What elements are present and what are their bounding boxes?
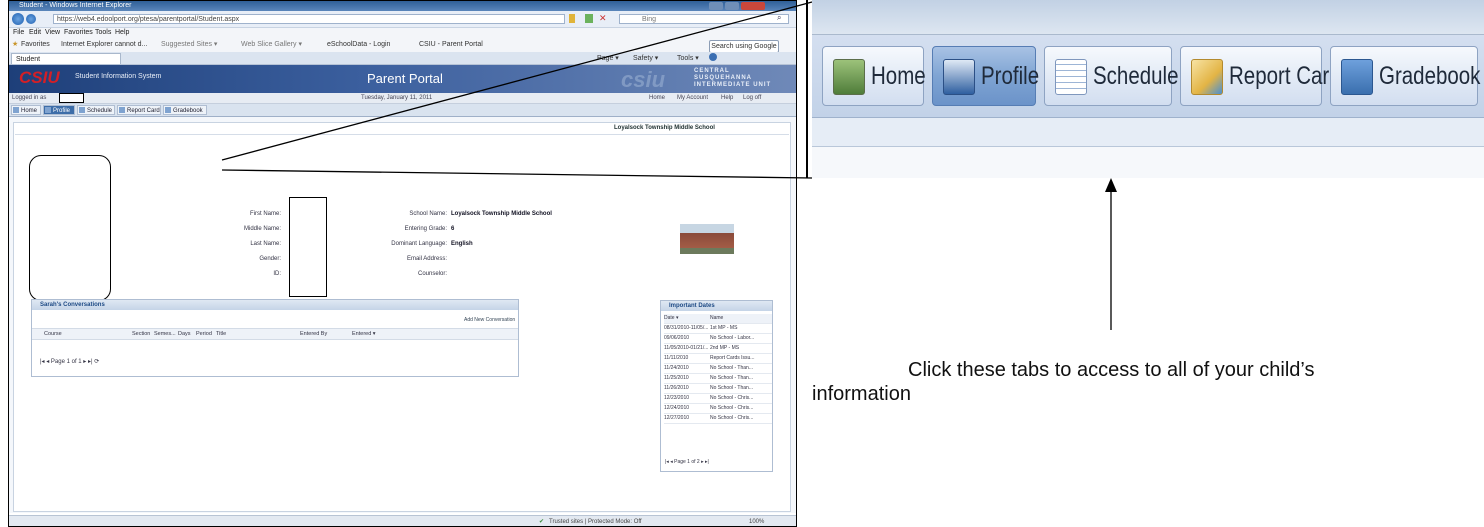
zoom-tab-report-card[interactable]: Report Card — [1180, 46, 1341, 106]
callout-line-top — [221, 1, 813, 161]
zoom-subbar — [812, 118, 1484, 147]
zoom-tab-home[interactable]: Home — [822, 46, 926, 106]
instruction-annotation: Click these tabs to access to all of you… — [812, 358, 1462, 406]
zoom-tab-profile[interactable]: Profile — [932, 46, 1039, 106]
zoom-top-strip — [812, 0, 1484, 35]
gradebook-icon — [1341, 59, 1373, 95]
zoom-content — [812, 147, 1484, 178]
home-icon — [833, 59, 865, 95]
profile-card-icon — [943, 59, 975, 95]
annotation-line: information — [812, 383, 911, 405]
zoom-tab-schedule[interactable]: Schedule — [1044, 46, 1178, 106]
zoom-tab-gradebook[interactable]: Gradebook — [1330, 46, 1480, 106]
calendar-grid-icon — [1055, 59, 1087, 95]
report-card-icon — [1191, 59, 1223, 95]
zoomed-tab-bar: Home Profile Schedule Report Card Gradeb… — [812, 0, 1484, 178]
annotation-line: Click these tabs to access to all of you… — [908, 359, 1315, 381]
arrow-head-icon — [1105, 178, 1117, 192]
callout-line-bottom — [221, 169, 813, 179]
